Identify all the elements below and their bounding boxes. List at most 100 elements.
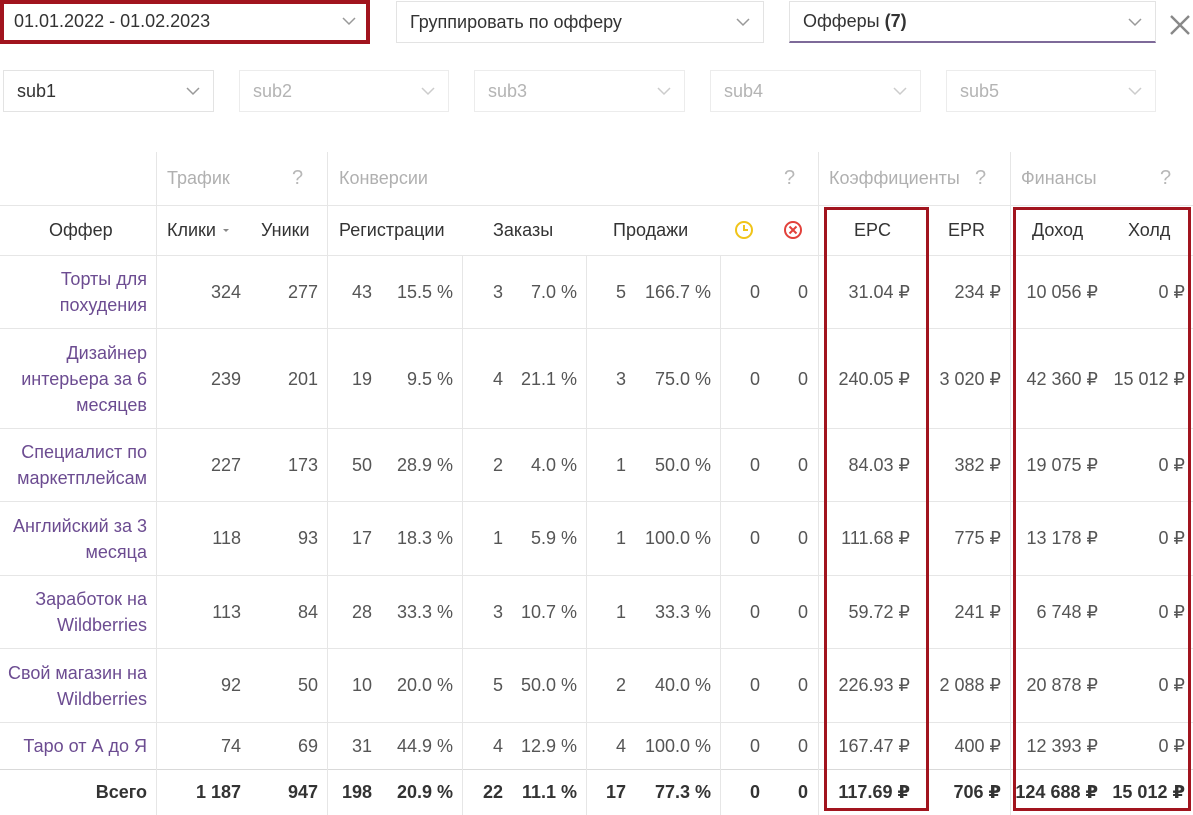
offer-link[interactable]: Специалист по маркетплейсам <box>6 429 147 501</box>
cell-epr: 382 ₽ <box>954 454 1002 475</box>
cell-reg-pct: 20.0 % <box>396 675 453 695</box>
cell-income: 13 178 ₽ <box>1026 528 1098 548</box>
group-conversions: Конверсии <box>339 167 428 188</box>
offer-name: Дизайнер интерьера за 6 месяцев <box>21 343 147 415</box>
cell-epr: 234 ₽ <box>954 281 1002 302</box>
cell-reg: 50 <box>351 454 372 475</box>
col-epc[interactable]: EPC <box>854 206 891 254</box>
offer-link[interactable]: Дизайнер интерьера за 6 месяцев <box>6 329 147 429</box>
col-epr[interactable]: EPR <box>948 206 985 254</box>
offer-link[interactable]: Торты для похудения <box>6 256 147 328</box>
cell-reg: 31 <box>351 735 372 756</box>
offer-link[interactable]: Английский за 3 месяца <box>6 502 147 575</box>
cell-reg: 43 <box>351 281 372 302</box>
cell-reg: 198 <box>341 782 372 802</box>
cell-ord-pct: 10.7 % <box>520 601 577 622</box>
cell-sal-pct: 75.0 % <box>654 368 711 389</box>
cell-ord: 4 <box>492 368 503 389</box>
cell-reg-pct: 15.5 % <box>396 281 453 302</box>
cell-epc: 111.68 ₽ <box>841 528 910 548</box>
col-orders[interactable]: Заказы <box>493 206 553 254</box>
group-coefficients: Коэффициенты <box>829 167 960 188</box>
cell-rejected: 0 <box>797 368 808 389</box>
cell-clicks: 118 <box>212 528 241 548</box>
offer-name: Английский за 3 месяца <box>13 515 147 562</box>
col-income[interactable]: Доход <box>1032 206 1083 254</box>
cell-rejected: 0 <box>797 601 808 622</box>
cell-pending: 0 <box>749 281 760 302</box>
cell-income: 42 360 ₽ <box>1026 368 1098 389</box>
cell-uniques: 93 <box>297 528 318 548</box>
cell-ord-pct: 50.0 % <box>520 675 577 695</box>
col-pending[interactable] <box>734 206 754 254</box>
cell-pending: 0 <box>749 675 760 695</box>
cell-sal: 5 <box>615 281 626 302</box>
cell-uniques: 201 <box>287 368 318 389</box>
cell-pending: 0 <box>749 601 760 622</box>
cell-rejected: 0 <box>797 735 808 756</box>
cell-sal: 4 <box>615 735 626 756</box>
cell-uniques: 84 <box>297 601 318 622</box>
cell-reg: 28 <box>351 601 372 622</box>
cell-sal-pct: 166.7 % <box>644 281 711 302</box>
cell-epc: 59.72 ₽ <box>848 601 911 622</box>
cell-clicks: 1 187 <box>195 782 241 802</box>
cell-ord-pct: 12.9 % <box>520 735 577 756</box>
offer-link[interactable]: Свой магазин на Wildberries <box>6 649 147 722</box>
cell-ord-pct: 5.9 % <box>530 528 577 548</box>
cell-pending: 0 <box>749 454 760 475</box>
col-registrations[interactable]: Регистрации <box>339 206 445 254</box>
cell-ord-pct: 7.0 % <box>530 281 577 302</box>
cell-reg-pct: 44.9 % <box>396 735 453 756</box>
col-hold[interactable]: Холд <box>1128 206 1170 254</box>
cell-sal-pct: 100.0 % <box>644 735 711 756</box>
col-sales[interactable]: Продажи <box>613 206 688 254</box>
help-finance-icon[interactable]: ? <box>1160 152 1171 204</box>
offer-link[interactable]: Заработок на Wildberries <box>6 576 147 648</box>
cell-epc: 31.04 ₽ <box>848 281 911 302</box>
cell-clicks: 227 <box>210 454 241 475</box>
group-finance: Финансы <box>1021 167 1097 188</box>
cell-epc: 117.69 ₽ <box>838 782 910 802</box>
cell-reg-pct: 20.9 % <box>396 782 453 802</box>
cell-hold: 0 ₽ <box>1158 601 1185 622</box>
help-traffic-icon[interactable]: ? <box>292 152 303 204</box>
col-offer[interactable]: Оффер <box>49 206 113 254</box>
cell-sal-pct: 50.0 % <box>654 454 711 475</box>
cell-epc: 240.05 ₽ <box>838 368 910 389</box>
clock-icon <box>735 221 753 239</box>
cell-epr: 400 ₽ <box>954 735 1002 756</box>
cell-rejected: 0 <box>797 528 808 548</box>
cell-sal-pct: 77.3 % <box>654 782 711 802</box>
cell-clicks: 74 <box>220 735 241 756</box>
cell-sal: 1 <box>615 528 626 548</box>
cell-sal-pct: 33.3 % <box>654 601 711 622</box>
cell-ord: 4 <box>492 735 503 756</box>
total-label: Всего <box>6 770 147 815</box>
cell-uniques: 69 <box>297 735 318 756</box>
cell-uniques: 173 <box>287 454 318 475</box>
offer-name: Специалист по маркетплейсам <box>17 442 147 488</box>
cell-reg-pct: 28.9 % <box>396 454 453 475</box>
cell-uniques: 277 <box>287 281 318 302</box>
offer-name: Свой магазин на Wildberries <box>8 662 147 709</box>
cell-hold: 15 012 ₽ <box>1113 368 1185 389</box>
cell-ord: 5 <box>492 675 503 695</box>
cell-clicks: 113 <box>212 601 241 622</box>
help-coefficients-icon[interactable]: ? <box>975 152 986 204</box>
offer-name: Таро от А до Я <box>23 736 147 756</box>
cell-ord-pct: 11.1 % <box>521 782 577 802</box>
offer-link[interactable]: Таро от А до Я <box>6 723 147 769</box>
cell-reg: 10 <box>351 675 372 695</box>
group-traffic: Трафик <box>167 167 230 188</box>
cell-sal-pct: 40.0 % <box>654 675 711 695</box>
col-clicks[interactable]: Клики <box>167 206 231 254</box>
cell-ord: 3 <box>492 281 503 302</box>
cell-hold: 0 ₽ <box>1158 675 1185 695</box>
cell-ord: 22 <box>482 782 503 802</box>
help-conversions-icon[interactable]: ? <box>784 152 795 204</box>
col-uniques[interactable]: Уники <box>261 206 310 254</box>
cell-pending: 0 <box>749 528 760 548</box>
col-rejected[interactable] <box>783 206 803 254</box>
cell-pending: 0 <box>749 368 760 389</box>
